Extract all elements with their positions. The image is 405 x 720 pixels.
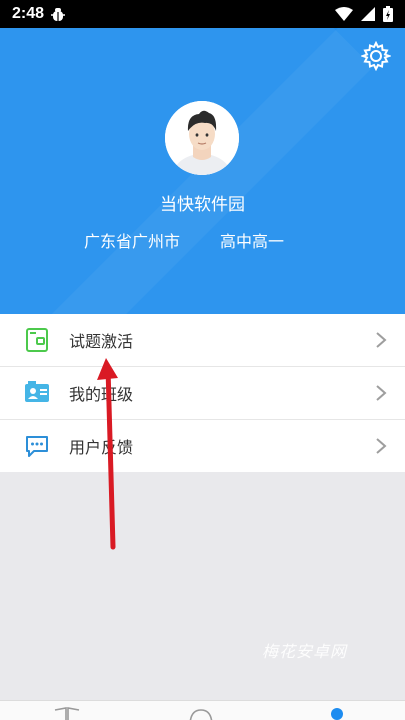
username: 当快软件园 (160, 195, 245, 215)
chevron-right-icon (376, 438, 387, 454)
status-time: 2:48 (12, 5, 45, 22)
cell-signal-icon (361, 7, 375, 21)
chevron-right-icon (376, 385, 387, 401)
discover-tab-icon[interactable] (188, 706, 214, 720)
menu-item-my-class[interactable]: 我的班级 (0, 367, 405, 420)
notification-bug-icon (51, 8, 66, 21)
menu-item-label: 我的班级 (69, 385, 134, 404)
avatar[interactable] (165, 101, 239, 175)
menu-list: 试题激活 我的班级 用户反馈 (0, 314, 405, 472)
menu-item-question-activation[interactable]: 试题激活 (0, 314, 405, 367)
class-id-card-icon (25, 381, 49, 402)
profile-tab-active-icon[interactable] (330, 707, 344, 720)
region-text: 广东省广州市 (84, 232, 181, 251)
wifi-icon (335, 7, 353, 21)
book-tab-icon[interactable] (54, 706, 80, 720)
activation-card-icon (26, 328, 48, 352)
grade-text: 高中高一 (220, 232, 285, 251)
status-bar: 2:48 (0, 0, 405, 28)
menu-item-user-feedback[interactable]: 用户反馈 (0, 420, 405, 472)
user-avatar-icon (165, 101, 239, 175)
chevron-right-icon (376, 332, 387, 348)
menu-item-label: 试题激活 (69, 332, 134, 351)
battery-icon (383, 6, 393, 22)
settings-gear-icon[interactable] (361, 41, 391, 71)
watermark: 梅花安卓网 (262, 642, 348, 661)
feedback-chat-icon (26, 436, 48, 457)
menu-item-label: 用户反馈 (69, 438, 134, 457)
bottom-nav (0, 700, 405, 720)
profile-header: 当快软件园 广东省广州市 高中高一 (0, 28, 405, 314)
